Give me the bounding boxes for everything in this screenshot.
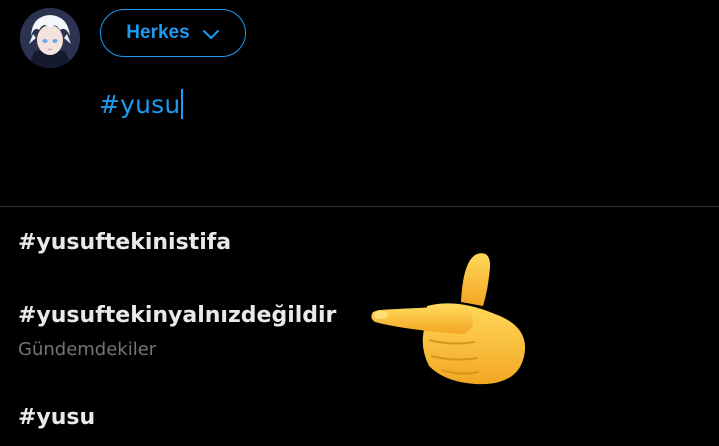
hashtag-suggestion-label: #yusuftekinistifa [18,230,232,255]
audience-label: Herkes [126,22,190,43]
compose-text: #yusu [99,89,181,119]
hashtag-suggestion-item[interactable]: #yusuftekinyalnızdeğildir [18,303,336,328]
hashtag-suggestion-item[interactable]: #yusu [18,405,95,430]
chevron-down-icon [202,29,220,41]
divider [0,206,719,207]
hashtag-suggestion-item[interactable]: #yusuftekinistifa [18,230,231,255]
hashtag-suggestion-label: #yusuftekinyalnızdeğildir [18,303,337,328]
avatar[interactable] [20,8,80,68]
hashtag-suggestion-label: #yusu [18,405,96,430]
audience-selector-button[interactable]: Herkes [100,9,246,57]
tweet-compose-input[interactable]: #yusu [99,84,184,124]
pointing-left-hand-emoji-icon [365,250,535,390]
avatar-image [20,8,80,68]
hashtag-suggestion-subtitle: Gündemdekiler [18,339,157,360]
text-caret [181,89,184,119]
